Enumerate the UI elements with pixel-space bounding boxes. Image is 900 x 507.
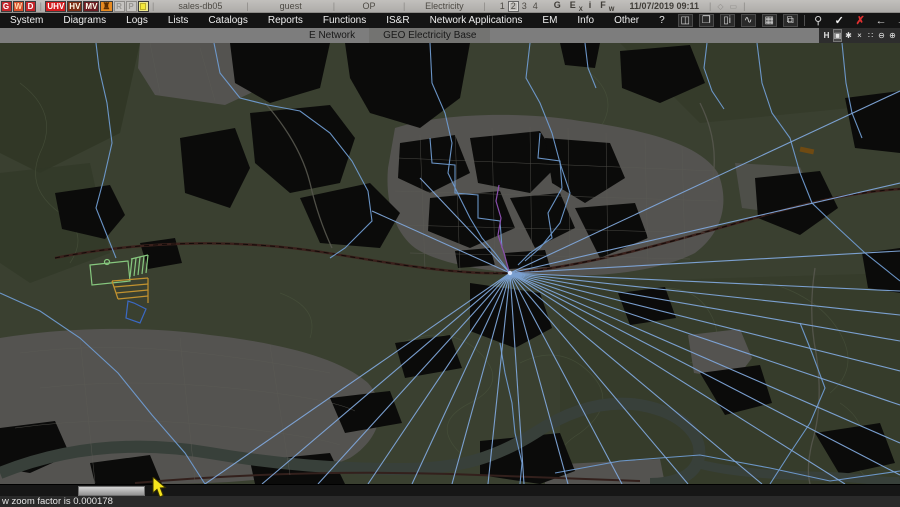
fw-quick-button[interactable]: FW	[597, 0, 614, 12]
quick-function-letters: G EX i FW	[551, 0, 618, 12]
cascade-windows-icon[interactable]: ⧉	[783, 14, 798, 27]
menu-system[interactable]: System	[0, 15, 53, 26]
table-view-icon[interactable]: ▦	[762, 14, 777, 27]
horizontal-scrollbar[interactable]	[0, 484, 900, 496]
dots-tool-icon[interactable]: ∷	[866, 29, 875, 42]
alarm-g-button[interactable]: G	[1, 1, 12, 12]
menu-lists[interactable]: Lists	[158, 15, 199, 26]
geo-map-canvas[interactable]	[0, 43, 900, 484]
page-4-button[interactable]: 4	[530, 1, 541, 12]
domain-indicator: Electricity	[408, 1, 480, 11]
divider: |	[743, 1, 745, 11]
menu-other[interactable]: Other	[604, 15, 649, 26]
fw-subscript: W	[609, 6, 615, 12]
divider: |	[333, 1, 335, 11]
erase-tool-icon[interactable]: ×	[855, 29, 864, 42]
g-quick-button[interactable]: G	[554, 0, 561, 10]
restore-window-icon[interactable]: ◇	[717, 2, 723, 11]
zoom-in-icon[interactable]: ⊕	[888, 29, 897, 42]
zoom-factor-status: w zoom factor is 0.000178	[2, 496, 113, 507]
menu-catalogs[interactable]: Catalogs	[198, 15, 257, 26]
tower-icon[interactable]: ♜	[100, 1, 112, 12]
page-2-button[interactable]: 2	[508, 1, 519, 12]
divider: |	[483, 1, 485, 11]
mv-level-button[interactable]: MV	[83, 1, 99, 12]
page-3-button[interactable]: 3	[519, 1, 530, 12]
status-bar: w zoom factor is 0.000178	[0, 496, 900, 507]
menu-info[interactable]: Info	[567, 15, 604, 26]
alarm-w-button[interactable]: W	[13, 1, 25, 12]
scrollbar-thumb[interactable]	[78, 486, 145, 496]
map-tool-strip: H ▣ ✱ × ∷ ⊖ ⊕	[819, 28, 900, 43]
menu-functions[interactable]: Functions	[313, 15, 376, 26]
system-datetime: 11/07/2019 09:11	[629, 1, 699, 11]
menu-reports[interactable]: Reports	[258, 15, 313, 26]
geo-map-svg	[0, 43, 900, 484]
logged-user: guest	[252, 1, 330, 11]
user-search-icon[interactable]: ⚲	[811, 14, 826, 27]
i-quick-button[interactable]: i	[589, 0, 592, 10]
zoom-out-icon[interactable]: ⊖	[877, 29, 886, 42]
scada-application-window: G W D | UHV HV MV ♜ R P | sales-db05 | g…	[0, 0, 900, 507]
confirm-check-icon[interactable]: ✓	[832, 14, 847, 27]
tab-e-network[interactable]: E Network	[295, 28, 369, 43]
main-menubar: System Diagrams Logs Lists Catalogs Repo…	[0, 13, 900, 28]
database-name: sales-db05	[157, 1, 243, 11]
highlight-indicator-button[interactable]	[138, 1, 149, 12]
fit-window-icon[interactable]: ◫	[678, 14, 693, 27]
ex-quick-button[interactable]: EX	[567, 0, 583, 12]
star-center-substation[interactable]	[508, 271, 512, 275]
star-tool-icon[interactable]: ✱	[844, 29, 853, 42]
cancel-x-icon[interactable]: ✗	[853, 14, 868, 27]
divider: |	[40, 1, 42, 11]
divider	[804, 15, 805, 26]
screen-page-selector: 1 2 3 4	[497, 1, 541, 12]
diagram-tabbar: E Network GEO Electricity Base H ▣ ✱ × ∷…	[0, 28, 900, 43]
menu-em[interactable]: EM	[532, 15, 567, 26]
menu-network-applications[interactable]: Network Applications	[420, 15, 533, 26]
menu-isr[interactable]: IS&R	[376, 15, 419, 26]
role-indicator: OP	[338, 1, 400, 11]
uhv-level-button[interactable]: UHV	[45, 1, 66, 12]
yellow-indicator	[140, 3, 146, 10]
back-arrow-icon[interactable]: ←	[874, 14, 889, 27]
menubar-icon-strip: ◫ ❐ ▯i ∿ ▦ ⧉ ⚲ ✓ ✗ ← →	[675, 13, 900, 28]
p-button-disabled: P	[126, 1, 137, 12]
page-1-button[interactable]: 1	[497, 1, 508, 12]
divider: |	[152, 1, 154, 11]
forward-arrow-icon[interactable]: →	[895, 14, 900, 27]
menu-diagrams[interactable]: Diagrams	[53, 15, 116, 26]
alarm-d-button[interactable]: D	[25, 1, 36, 12]
session-toolbar: G W D | UHV HV MV ♜ R P | sales-db05 | g…	[0, 0, 900, 13]
ex-subscript: X	[579, 6, 583, 12]
trend-curve-icon[interactable]: ∿	[741, 14, 756, 27]
new-window-icon[interactable]: ❐	[699, 14, 714, 27]
divider: |	[246, 1, 248, 11]
select-box-icon[interactable]: ▣	[833, 29, 842, 42]
divider: |	[709, 1, 711, 11]
minimize-window-icon[interactable]: ▭	[730, 2, 738, 11]
r-button-disabled: R	[114, 1, 125, 12]
hv-level-button[interactable]: HV	[67, 1, 82, 12]
menu-logs[interactable]: Logs	[116, 15, 158, 26]
divider: |	[403, 1, 405, 11]
menu-help[interactable]: ?	[649, 15, 675, 26]
home-view-icon[interactable]: H	[822, 29, 831, 42]
info-panel-icon[interactable]: ▯i	[720, 14, 735, 27]
tab-geo-electricity-base[interactable]: GEO Electricity Base	[369, 28, 490, 43]
